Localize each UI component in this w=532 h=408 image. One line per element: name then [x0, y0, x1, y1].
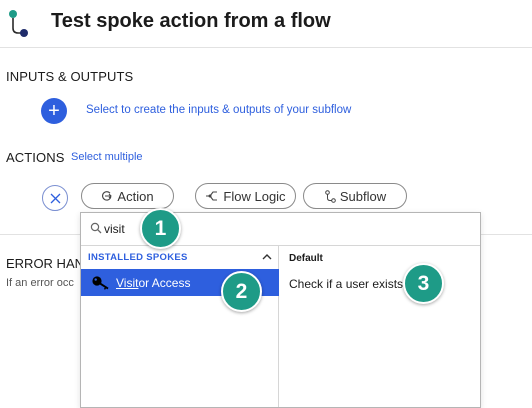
flow-logic-button[interactable]: Flow Logic [195, 183, 296, 209]
subflow-button-label: Subflow [339, 188, 387, 204]
search-match-highlight: Visit [116, 276, 139, 290]
subflow-button[interactable]: Subflow [303, 183, 407, 209]
spokes-list-pane: INSTALLED SPOKES Visitor Access [81, 246, 279, 407]
flow-icon [9, 10, 28, 37]
error-handler-description: If an error occ [6, 277, 74, 289]
page-header: Test spoke action from a flow [0, 0, 532, 48]
flow-logic-icon [206, 191, 218, 201]
action-picker-panel: INSTALLED SPOKES Visitor Access Default … [80, 212, 481, 408]
close-picker-button[interactable] [42, 185, 68, 211]
add-inputs-outputs-button[interactable]: + [41, 98, 67, 124]
installed-spokes-header[interactable]: INSTALLED SPOKES [81, 246, 279, 268]
default-group-label: Default [289, 253, 323, 264]
actions-list-pane: Default Check if a user exists [280, 246, 480, 407]
spoke-name-rest: or Access [138, 276, 191, 290]
inputs-outputs-label: INPUTS & OUTPUTS [6, 69, 134, 84]
key-icon [92, 276, 109, 290]
installed-spokes-title: INSTALLED SPOKES [88, 252, 188, 263]
select-multiple-link[interactable]: Select multiple [71, 151, 143, 163]
step-badge-2: 2 [221, 271, 262, 312]
action-arrow-icon [102, 191, 113, 201]
step-badge-1: 1 [140, 208, 181, 249]
subflow-icon [325, 189, 336, 203]
close-icon [50, 193, 61, 204]
search-icon [90, 222, 102, 234]
chevron-up-icon[interactable] [262, 253, 272, 260]
flow-logic-button-label: Flow Logic [223, 188, 286, 204]
step-badge-3: 3 [403, 263, 444, 304]
actions-label: ACTIONS [6, 150, 65, 165]
page-title: Test spoke action from a flow [51, 10, 331, 32]
inputs-outputs-link[interactable]: Select to create the inputs & outputs of… [86, 104, 351, 116]
action-button[interactable]: Action [81, 183, 174, 209]
action-button-label: Action [117, 188, 154, 204]
action-item-check-user[interactable]: Check if a user exists [289, 277, 403, 291]
spoke-item-label: Visitor Access [116, 276, 190, 290]
picker-search-input[interactable] [104, 220, 304, 238]
